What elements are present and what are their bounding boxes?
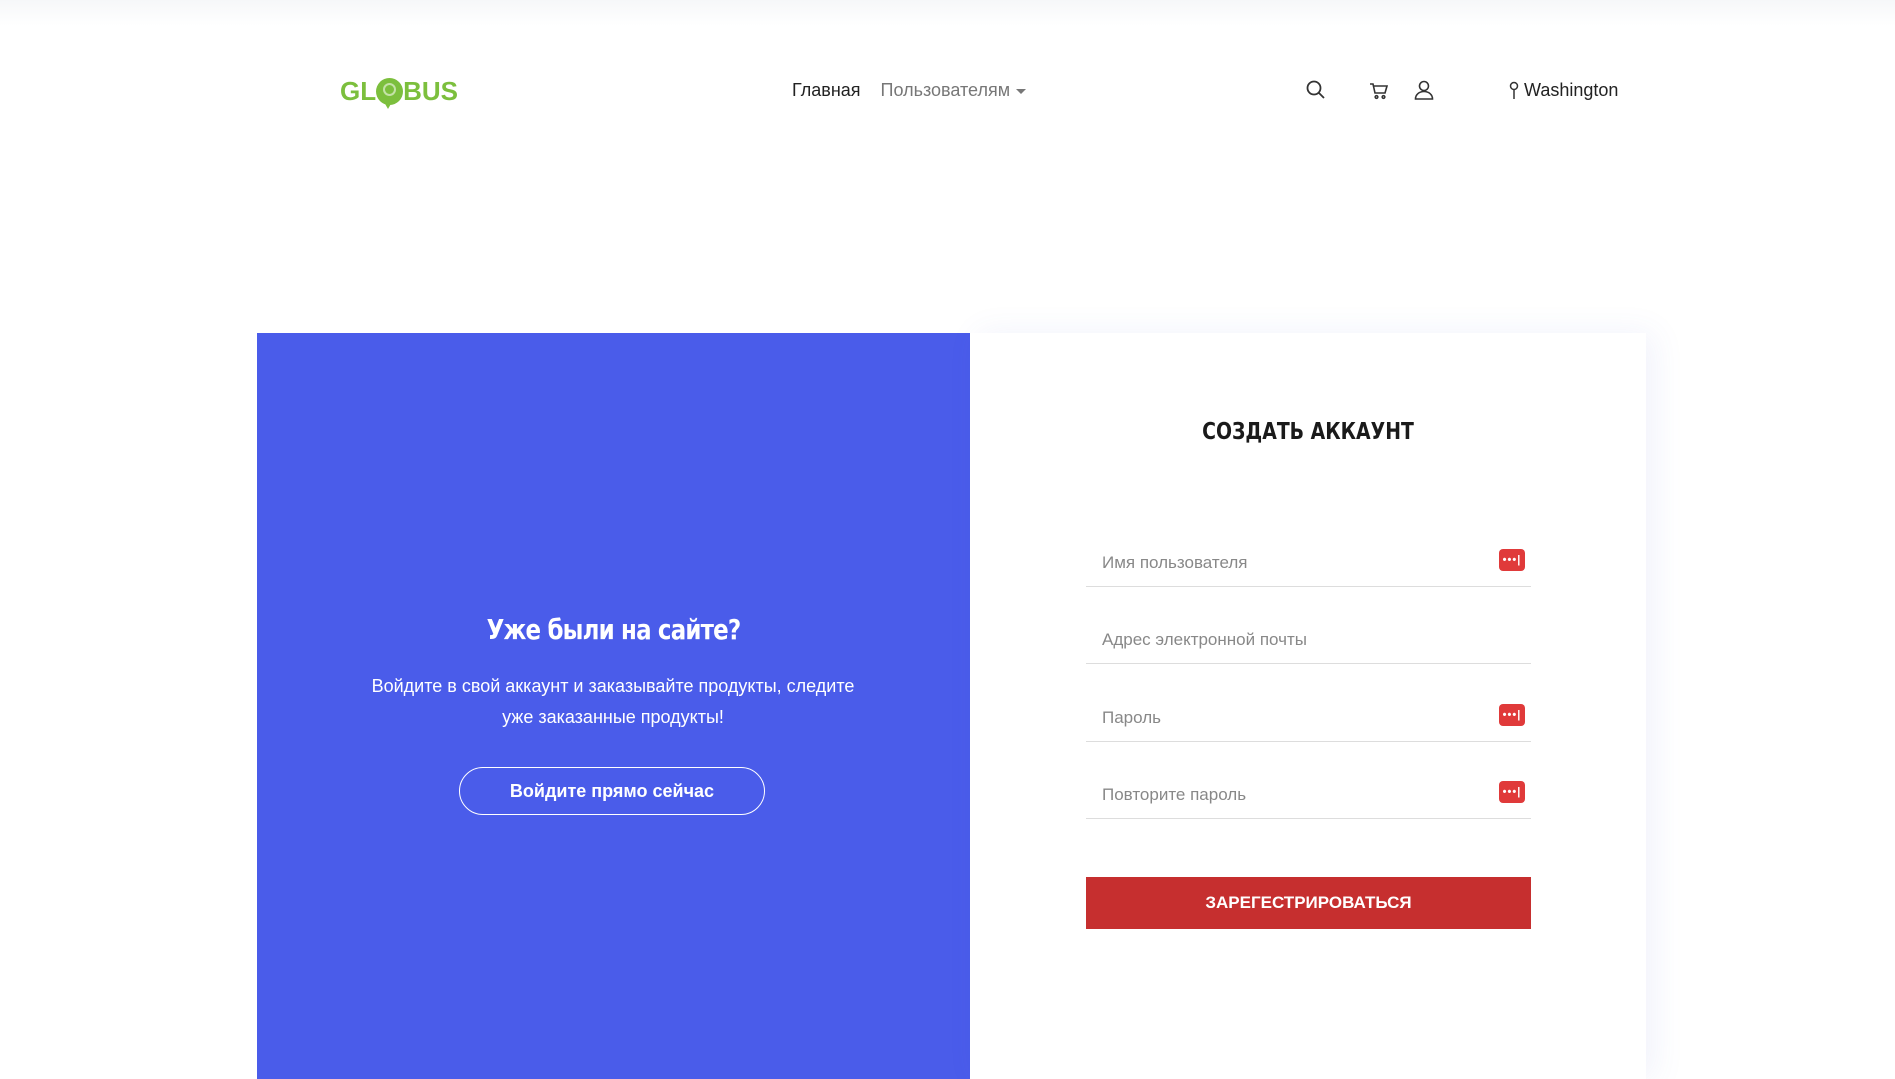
login-promo-text: Войдите в свой аккаунт и заказывайте про… bbox=[371, 676, 855, 727]
top-shade bbox=[0, 0, 1895, 26]
cart-icon[interactable] bbox=[1367, 78, 1391, 102]
password-repeat-input[interactable] bbox=[1100, 779, 1474, 811]
register-submit-button[interactable]: ЗАРЕГЕСТРИРОВАТЬСЯ bbox=[1086, 877, 1531, 929]
login-now-button[interactable]: Войдите прямо сейчас bbox=[459, 767, 765, 815]
password-manager-icon[interactable]: •••| bbox=[1499, 781, 1525, 803]
nav-home-link[interactable]: Главная bbox=[792, 80, 861, 101]
register-form-title: СОЗДАТЬ АККАУНТ bbox=[1202, 419, 1414, 445]
password-manager-icon[interactable]: •••| bbox=[1499, 704, 1525, 726]
location-pin-icon bbox=[1509, 81, 1519, 99]
logo-text-prefix: GL bbox=[340, 75, 377, 106]
email-input[interactable] bbox=[1100, 624, 1474, 656]
page: GL BUS Главная Пользователям Washington … bbox=[0, 0, 1895, 1079]
search-icon[interactable] bbox=[1304, 78, 1328, 102]
globe-icon bbox=[376, 77, 404, 109]
login-promo-panel: Уже были на сайте? Войдите в свой аккаун… bbox=[257, 333, 970, 1079]
username-field-wrap: •••| bbox=[1086, 539, 1531, 587]
password-input[interactable] bbox=[1100, 702, 1474, 734]
site-logo[interactable]: GL BUS bbox=[340, 74, 459, 109]
user-icon[interactable] bbox=[1412, 78, 1436, 102]
login-promo-title: Уже были на сайте? bbox=[486, 613, 742, 646]
password-repeat-field-wrap: •••| bbox=[1086, 771, 1531, 819]
password-field-wrap: •••| bbox=[1086, 694, 1531, 742]
nav-users-label: Пользователям bbox=[880, 80, 1011, 100]
email-field-wrap bbox=[1086, 616, 1531, 664]
location-selector[interactable]: Washington bbox=[1508, 80, 1618, 101]
caret-down-icon bbox=[1016, 89, 1027, 94]
register-form-panel: СОЗДАТЬ АККАУНТ •••| •••| •••| ЗАРЕГЕСТР… bbox=[970, 333, 1646, 1079]
location-label: Washington bbox=[1524, 80, 1619, 100]
nav-users-dropdown[interactable]: Пользователям bbox=[881, 80, 1027, 101]
main-nav: Главная Пользователям bbox=[792, 80, 1027, 101]
username-input[interactable] bbox=[1100, 547, 1474, 579]
logo-text-suffix: BUS bbox=[403, 75, 459, 106]
password-manager-icon[interactable]: •••| bbox=[1499, 549, 1525, 571]
